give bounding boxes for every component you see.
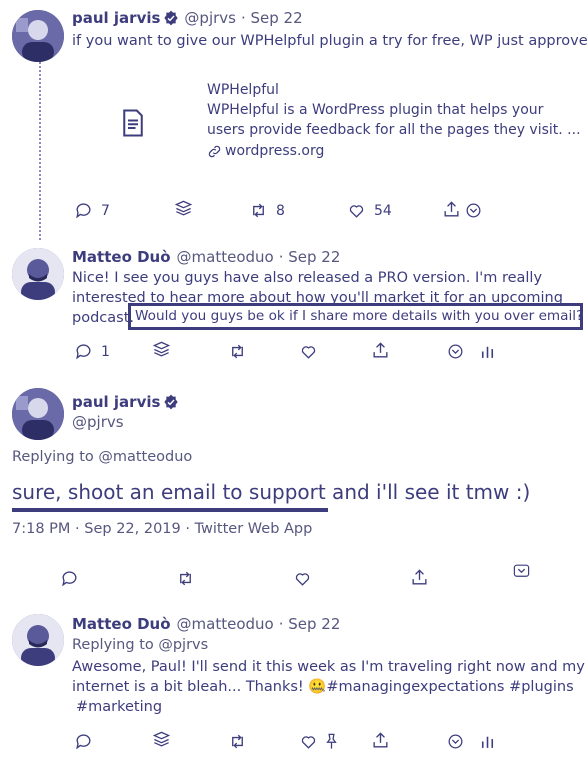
share-button[interactable]	[371, 731, 390, 750]
author-name[interactable]: Matteo Duò	[72, 615, 171, 633]
reply-count: 1	[101, 343, 110, 360]
share-icon	[444, 201, 459, 217]
share-icon	[412, 569, 427, 585]
like-count: 54	[374, 202, 392, 219]
more-menu-button[interactable]	[446, 732, 465, 751]
main-tweet-text-rest: and i'll see it tmw :)	[325, 480, 531, 504]
tweet-text-line2: internet is a bit bleah... Thanks! 🤐#man…	[72, 679, 574, 695]
avatar-paul-jarvis[interactable]	[12, 388, 64, 440]
link-icon	[208, 145, 221, 157]
layers-icon	[152, 731, 171, 747]
reply-icon	[62, 571, 77, 587]
replying-to[interactable]: Replying to @pjrvs	[72, 637, 208, 653]
avatar-matteo-duo[interactable]	[12, 614, 64, 666]
tweet-timestamp[interactable]: 7:18 PM · Sep 22, 2019 · Twitter Web App	[12, 521, 312, 537]
share-button[interactable]	[442, 200, 461, 219]
heart-icon	[301, 736, 316, 749]
chevron-down-icon	[513, 564, 530, 577]
more-menu-button[interactable]	[512, 562, 531, 581]
retweet-icon	[180, 571, 191, 586]
retweet-icon	[253, 203, 264, 218]
reply-button[interactable]	[60, 569, 79, 588]
share-button[interactable]	[371, 341, 390, 360]
retweet-count: 8	[276, 202, 285, 219]
card-description-2: users provide feedback for all the pages…	[207, 122, 581, 138]
more-menu-button[interactable]	[446, 342, 465, 361]
share-icon	[373, 732, 388, 748]
reply-count: 7	[101, 202, 110, 219]
retweet-button[interactable]	[228, 732, 247, 751]
reply-button[interactable]: 1	[74, 342, 110, 361]
author-name[interactable]: paul jarvis	[72, 9, 160, 27]
tweet-text: if you want to give our WPHelpful plugin…	[72, 33, 587, 49]
reply-icon	[76, 734, 91, 750]
tweet1-header: paul jarvis @pjrvs · Sep 22	[72, 9, 303, 27]
reply-button[interactable]	[74, 732, 93, 751]
pin-button[interactable]	[322, 732, 341, 751]
card-description-1: WPHelpful is a WordPress plugin that hel…	[207, 102, 544, 118]
replying-to[interactable]: Replying to @matteoduo	[12, 449, 192, 465]
chevron-down-icon	[466, 203, 481, 218]
retweet-button[interactable]	[228, 342, 247, 361]
retweet-icon	[232, 734, 243, 749]
card-link[interactable]: wordpress.org	[207, 143, 324, 159]
tweet-date[interactable]: · Sep 22	[241, 9, 303, 27]
analytics-icon	[481, 346, 494, 358]
reply-button[interactable]: 7	[74, 201, 110, 220]
like-button[interactable]	[299, 342, 318, 361]
analytics-button[interactable]	[478, 732, 497, 751]
heart-icon	[301, 346, 316, 359]
main-tweet-author: paul jarvis	[72, 393, 179, 411]
buffer-button[interactable]	[174, 199, 193, 218]
text-underline-annotation	[12, 508, 328, 512]
heart-icon	[349, 205, 364, 218]
buffer-button[interactable]	[152, 340, 171, 359]
avatar-paul-jarvis[interactable]	[12, 10, 64, 62]
retweet-icon	[232, 344, 243, 359]
more-menu-button[interactable]	[464, 201, 483, 220]
chevron-down-icon	[448, 344, 463, 359]
tweet-date[interactable]: · Sep 22	[279, 615, 341, 633]
thread-line	[39, 62, 41, 240]
layers-icon	[152, 341, 171, 357]
share-button[interactable]	[410, 568, 429, 587]
card-title[interactable]: WPHelpful	[207, 82, 279, 98]
analytics-icon	[481, 736, 494, 748]
retweet-button[interactable]	[176, 569, 195, 588]
analytics-button[interactable]	[478, 342, 497, 361]
author-name[interactable]: paul jarvis	[72, 393, 160, 411]
layers-icon	[174, 200, 193, 216]
retweet-button[interactable]: 8	[249, 201, 285, 220]
document-icon	[118, 108, 148, 142]
verified-badge-icon	[164, 10, 179, 26]
author-handle[interactable]: @matteoduo	[177, 248, 274, 266]
tweet-text-line1: Nice! I see you guys have also released …	[72, 270, 543, 286]
reply-icon	[76, 344, 91, 360]
tweet-text-line1: Awesome, Paul! I'll send it this week as…	[72, 659, 585, 675]
author-handle[interactable]: @pjrvs	[184, 9, 236, 27]
tweet2-header: Matteo Duò @matteoduo · Sep 22	[72, 248, 340, 266]
main-tweet-text-underlined: sure, shoot an email to support	[12, 480, 326, 504]
main-tweet-text: sure, shoot an email to support and i'll…	[12, 480, 530, 504]
reply-icon	[76, 203, 91, 219]
tweet-date[interactable]: · Sep 22	[279, 248, 341, 266]
card-domain: wordpress.org	[225, 143, 325, 159]
tweet-text-line3: podcast.	[72, 310, 134, 326]
highlighted-text: Would you guys be ok if I share more det…	[135, 308, 584, 324]
like-button[interactable]	[293, 569, 312, 588]
avatar-matteo-duo[interactable]	[12, 248, 64, 300]
author-handle[interactable]: @matteoduo	[177, 615, 274, 633]
buffer-button[interactable]	[152, 730, 171, 749]
like-button[interactable]	[299, 732, 318, 751]
verified-badge-icon	[164, 394, 179, 410]
tweet-text-line3: #marketing	[76, 699, 163, 715]
like-button[interactable]: 54	[347, 201, 392, 220]
heart-icon	[295, 573, 310, 586]
author-name[interactable]: Matteo Duò	[72, 248, 171, 266]
chevron-down-icon	[448, 734, 463, 749]
share-icon	[373, 342, 388, 358]
author-handle[interactable]: @pjrvs	[72, 413, 124, 431]
pin-icon	[326, 733, 337, 749]
tweet4-header: Matteo Duò @matteoduo · Sep 22	[72, 615, 340, 633]
